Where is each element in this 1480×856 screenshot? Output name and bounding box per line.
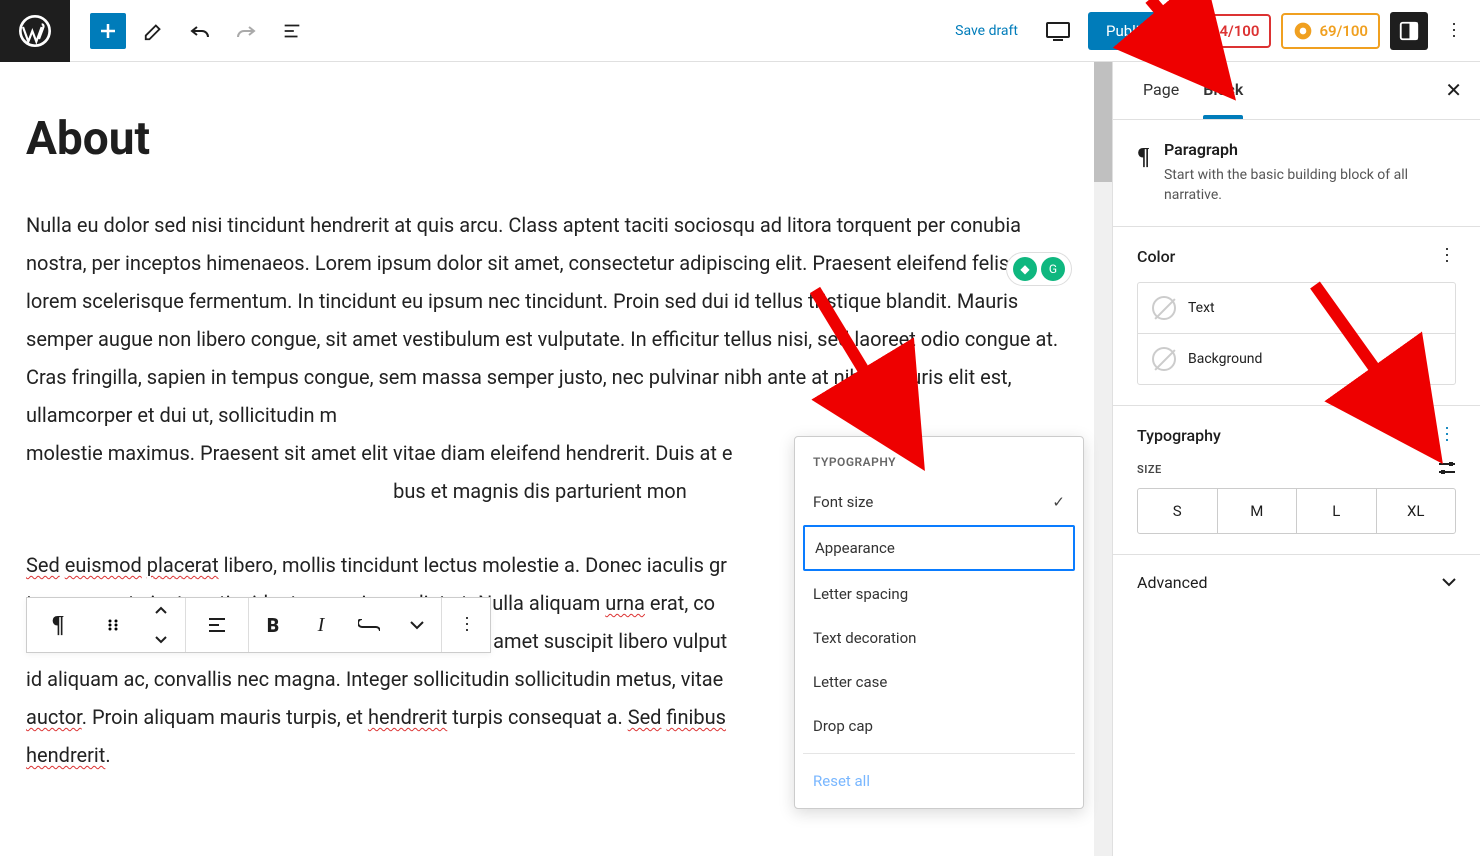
more-options-icon[interactable]: ⋯ [1438, 22, 1468, 40]
bg-color-swatch [1152, 347, 1176, 371]
save-draft-button[interactable]: Save draft [945, 17, 1028, 45]
block-toolbar: ¶ B I ⋯ [26, 597, 491, 653]
annotation-arrow-1 [1140, 0, 1230, 88]
page-title[interactable]: About [26, 112, 1112, 166]
text-color-swatch [1152, 296, 1176, 320]
font-size-presets: S M L XL [1137, 488, 1456, 534]
readability-score-value: 69/100 [1319, 22, 1368, 40]
size-xl[interactable]: XL [1377, 489, 1456, 533]
size-label: SIZE [1137, 463, 1162, 476]
grammarly-badges[interactable]: ◆ G [1006, 252, 1072, 286]
settings-sidebar: Page Block ✕ ¶ Paragraph Start with the … [1112, 62, 1480, 856]
typo-option-font-size[interactable]: Font size✓ [803, 481, 1075, 523]
typo-reset-all[interactable]: Reset all [803, 760, 1075, 802]
move-updown-icon[interactable] [137, 598, 185, 652]
chevron-down-icon [1442, 577, 1456, 587]
color-section-header: Color [1137, 247, 1175, 266]
size-m[interactable]: M [1218, 489, 1298, 533]
paragraph-block-icon: ¶ [1137, 140, 1150, 171]
block-more-icon[interactable]: ⋯ [442, 598, 490, 652]
redo-icon[interactable] [226, 11, 266, 51]
block-info: ¶ Paragraph Start with the basic buildin… [1137, 140, 1456, 206]
readability-score-pill[interactable]: 69/100 [1281, 13, 1380, 49]
drag-handle-icon[interactable] [89, 598, 137, 652]
link-icon[interactable] [345, 598, 393, 652]
typography-popup-header: TYPOGRAPHY [803, 455, 1075, 479]
italic-icon[interactable]: I [297, 598, 345, 652]
grammarly-icon[interactable]: G [1041, 257, 1065, 281]
vertical-scrollbar[interactable] [1094, 62, 1112, 856]
block-name: Paragraph [1164, 140, 1456, 159]
typo-option-drop-cap[interactable]: Drop cap [803, 705, 1075, 747]
edit-mode-icon[interactable] [134, 11, 174, 51]
undo-icon[interactable] [180, 11, 220, 51]
settings-panel-toggle[interactable] [1390, 12, 1428, 50]
size-settings-icon[interactable] [1438, 461, 1456, 478]
typography-section-header: Typography [1137, 426, 1221, 445]
assistant-icon[interactable]: ◆ [1013, 257, 1037, 281]
block-description: Start with the basic building block of a… [1164, 165, 1456, 206]
bold-icon[interactable]: B [249, 598, 297, 652]
typo-option-appearance[interactable]: Appearance [803, 525, 1075, 571]
annotation-arrow-3 [1300, 275, 1440, 449]
block-type-paragraph-icon[interactable]: ¶ [27, 598, 89, 652]
wordpress-logo[interactable] [0, 0, 70, 62]
check-icon: ✓ [1052, 493, 1065, 511]
close-sidebar-icon[interactable]: ✕ [1445, 78, 1462, 102]
color-options-icon[interactable]: ⋯ [1437, 246, 1455, 266]
preview-icon[interactable] [1038, 11, 1078, 51]
size-l[interactable]: L [1297, 489, 1377, 533]
typography-popup: TYPOGRAPHY Font size✓ Appearance Letter … [794, 436, 1084, 809]
typo-option-letter-spacing[interactable]: Letter spacing [803, 573, 1075, 615]
annotation-arrow-2 [800, 280, 930, 454]
typo-option-text-decoration[interactable]: Text decoration [803, 617, 1075, 659]
outline-icon[interactable] [272, 11, 312, 51]
advanced-section-toggle[interactable]: Advanced [1113, 555, 1480, 610]
typo-option-letter-case[interactable]: Letter case [803, 661, 1075, 703]
align-icon[interactable] [186, 598, 248, 652]
more-format-icon[interactable] [393, 598, 441, 652]
top-bar: Save draft Publish 4/100 69/100 ⋯ [0, 0, 1480, 62]
add-block-button[interactable] [90, 13, 126, 49]
size-s[interactable]: S [1138, 489, 1218, 533]
